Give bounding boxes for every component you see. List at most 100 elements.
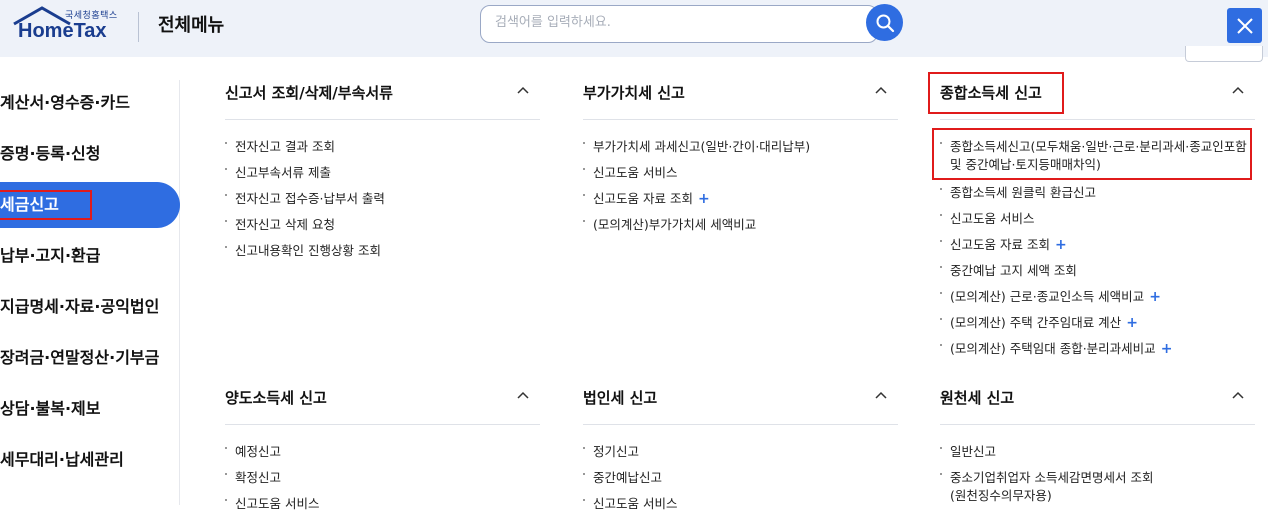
link-label: 예정신고 [235, 444, 282, 459]
menu-link[interactable]: 중간예납신고 [583, 469, 677, 495]
section-header[interactable]: 신고서 조회/삭제/부속서류 [225, 80, 540, 120]
section-header[interactable]: 부가가치세 신고 [583, 80, 898, 120]
menu-link[interactable]: 부가가치세 과세신고(일반·간이·대리납부) [583, 138, 810, 164]
menu-link[interactable]: 신고도움 서비스 [583, 495, 677, 521]
chevron-up-icon [875, 86, 887, 94]
sidebar-item-label: 상담·불복·제보 [0, 399, 101, 418]
menu-link[interactable]: 전자신고 결과 조회 [225, 138, 385, 164]
menu-link[interactable]: (모의계산) 주택 간주임대료 계산 + [940, 314, 1247, 340]
section-items: 예정신고 확정신고 신고도움 서비스 [225, 443, 319, 521]
header-bar: 국세청홈택스 HomeTax 전체메뉴 [0, 0, 1268, 57]
link-label: (원천징수의무자용) [950, 488, 1052, 503]
menu-link[interactable]: 중간예납 고지 세액 조회 [940, 262, 1247, 288]
sidebar-item-tax-filing[interactable]: 세금신고 [0, 182, 180, 228]
sidebar-item-payment[interactable]: 납부·고지·환급 [0, 233, 180, 279]
link-label: 신고도움 서비스 [950, 211, 1035, 226]
link-label: (모의계산) 주택 간주임대료 계산 [950, 315, 1122, 330]
menu-link[interactable]: 중소기업취업자 소득세감면명세서 조회 (원천징수의무자용) [940, 469, 1153, 515]
top-right-tab[interactable] [1185, 46, 1263, 62]
link-label: 전자신고 접수증·납부서 출력 [235, 191, 385, 206]
sidebar: 계산서·영수증·카드 증명·등록·신청 세금신고 납부·고지·환급 지급명세·자… [0, 80, 180, 505]
menu-link[interactable]: 예정신고 [225, 443, 319, 469]
search-button[interactable] [866, 4, 903, 41]
section-title: 부가가치세 신고 [583, 84, 685, 102]
sidebar-item-incentive[interactable]: 장려금·연말정산·기부금 [0, 335, 180, 381]
link-label: (모의계산) 근로·종교인소득 세액비교 [950, 289, 1145, 304]
menu-link[interactable]: 확정신고 [225, 469, 319, 495]
hometax-logo[interactable]: 국세청홈택스 HomeTax [12, 6, 122, 46]
section-title: 양도소득세 신고 [225, 389, 327, 407]
chevron-up-icon [875, 391, 887, 399]
menu-link[interactable]: 신고도움 자료 조회 + [940, 236, 1247, 262]
close-button[interactable] [1227, 8, 1262, 43]
sidebar-item-label: 세무대리·납세관리 [0, 450, 124, 469]
menu-link[interactable]: 정기신고 [583, 443, 677, 469]
link-label: 중간예납 고지 세액 조회 [950, 263, 1077, 278]
link-label: 부가가치세 과세신고(일반·간이·대리납부) [593, 139, 811, 154]
section-title: 법인세 신고 [583, 389, 658, 407]
link-label: 신고도움 자료 조회 [950, 237, 1050, 252]
menu-link[interactable]: 전자신고 삭제 요청 [225, 216, 385, 242]
menu-link[interactable]: 신고부속서류 제출 [225, 164, 385, 190]
sidebar-item-statements[interactable]: 지급명세·자료·공익법인 [0, 284, 180, 330]
sidebar-item-certificate[interactable]: 증명·등록·신청 [0, 131, 180, 177]
plus-icon[interactable]: + [1149, 289, 1161, 305]
menu-link[interactable]: 전자신고 접수증·납부서 출력 [225, 190, 385, 216]
sidebar-item-consult[interactable]: 상담·불복·제보 [0, 386, 180, 432]
menu-link[interactable]: 신고도움 자료 조회 + [583, 190, 810, 216]
link-label: 신고도움 서비스 [235, 496, 320, 511]
section-items: 부가가치세 과세신고(일반·간이·대리납부) 신고도움 서비스 신고도움 자료 … [583, 138, 810, 242]
sidebar-item-label: 계산서·영수증·카드 [0, 93, 130, 112]
menu-link[interactable]: 신고내용확인 진행상황 조회 [225, 242, 385, 268]
link-label: 신고도움 자료 조회 [593, 191, 693, 206]
sidebar-item-agent[interactable]: 세무대리·납세관리 [0, 437, 180, 483]
menu-link[interactable]: 종합소득세 원클릭 환급신고 [940, 184, 1247, 210]
section-title: 원천세 신고 [940, 389, 1015, 407]
close-icon [1236, 17, 1253, 34]
menu-link[interactable]: 신고도움 서비스 [225, 495, 319, 521]
highlight-box [932, 128, 1252, 180]
search-input[interactable] [495, 15, 855, 30]
plus-icon[interactable]: + [698, 191, 710, 207]
page-title: 전체메뉴 [158, 15, 225, 36]
chevron-up-icon [1232, 86, 1244, 94]
menu-link[interactable]: 신고도움 서비스 [940, 210, 1247, 236]
link-label: 신고도움 서비스 [593, 165, 678, 180]
search-icon [876, 14, 894, 32]
section-items: 전자신고 결과 조회 신고부속서류 제출 전자신고 접수증·납부서 출력 전자신… [225, 138, 385, 268]
link-label: 일반신고 [950, 444, 997, 459]
section-items: 일반신고 중소기업취업자 소득세감면명세서 조회 (원천징수의무자용) [940, 443, 1153, 515]
plus-icon[interactable]: + [1055, 237, 1067, 253]
link-label: 전자신고 삭제 요청 [235, 217, 335, 232]
chevron-up-icon [1232, 391, 1244, 399]
chevron-up-icon [517, 391, 529, 399]
link-label: 정기신고 [593, 444, 640, 459]
section-header[interactable]: 원천세 신고 [940, 385, 1255, 425]
plus-icon[interactable]: + [1161, 341, 1173, 357]
section-header[interactable]: 양도소득세 신고 [225, 385, 540, 425]
link-label: 전자신고 결과 조회 [235, 139, 335, 154]
link-label: 중간예납신고 [593, 470, 663, 485]
highlight-box [0, 190, 92, 220]
sidebar-item-label: 지급명세·자료·공익법인 [0, 297, 160, 316]
link-label: (모의계산) 주택임대 종합·분리과세비교 [950, 341, 1156, 356]
menu-link[interactable]: (모의계산) 주택임대 종합·분리과세비교 + [940, 340, 1247, 366]
header-divider [138, 12, 139, 42]
section-header[interactable]: 법인세 신고 [583, 385, 898, 425]
menu-link[interactable]: 일반신고 [940, 443, 1153, 469]
section-title: 신고서 조회/삭제/부속서류 [225, 84, 393, 102]
plus-icon[interactable]: + [1126, 315, 1138, 331]
menu-link[interactable]: (모의계산)부가가치세 세액비교 [583, 216, 810, 242]
highlight-box [928, 72, 1064, 114]
menu-link[interactable]: (모의계산) 근로·종교인소득 세액비교 + [940, 288, 1247, 314]
sidebar-item-label: 납부·고지·환급 [0, 246, 101, 265]
logo-text: HomeTax [18, 20, 107, 42]
link-label: 종합소득세 원클릭 환급신고 [950, 185, 1096, 200]
sidebar-item-invoice[interactable]: 계산서·영수증·카드 [0, 80, 180, 126]
link-label: (모의계산)부가가치세 세액비교 [593, 217, 757, 232]
search-box [480, 5, 878, 43]
link-label: 신고부속서류 제출 [235, 165, 331, 180]
menu-link[interactable]: 신고도움 서비스 [583, 164, 810, 190]
link-label: 확정신고 [235, 470, 282, 485]
section-items: 정기신고 중간예납신고 신고도움 서비스 [583, 443, 677, 521]
